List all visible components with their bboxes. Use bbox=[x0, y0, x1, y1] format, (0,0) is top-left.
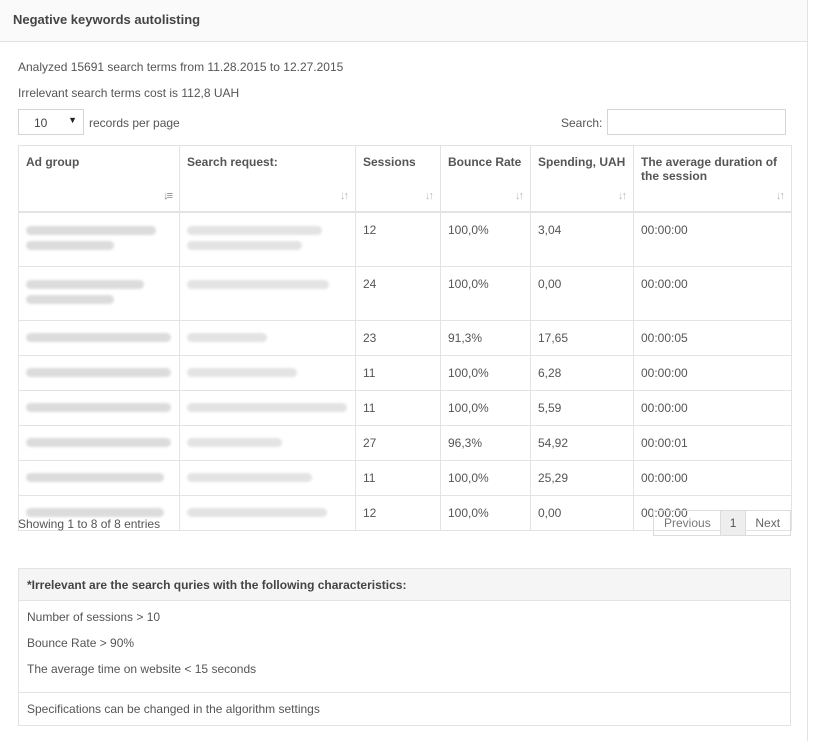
search-request-cell bbox=[179, 319, 356, 356]
duration-cell: 00:00:00 bbox=[633, 354, 792, 391]
dropdown-caret-icon: ▼ bbox=[68, 115, 77, 125]
bounce-rate-cell: 100,0% bbox=[440, 459, 531, 496]
page-length-select[interactable]: 10 ▼ bbox=[18, 109, 84, 135]
panel-header: Negative keywords autolisting bbox=[0, 0, 807, 42]
bounce-rate-cell: 100,0% bbox=[440, 494, 531, 531]
table-row: 24 100,0% 0,00 00:00:00 bbox=[18, 265, 792, 321]
sort-icon: ↓↑ bbox=[618, 189, 627, 202]
table-row: 11 100,0% 25,29 00:00:00 bbox=[18, 459, 792, 496]
sessions-cell: 11 bbox=[355, 459, 441, 496]
duration-cell: 00:00:00 bbox=[633, 265, 792, 321]
ad-group-cell bbox=[18, 424, 180, 461]
table-row: 23 91,3% 17,65 00:00:05 bbox=[18, 319, 792, 356]
spending-cell: 0,00 bbox=[530, 265, 634, 321]
negative-keywords-panel: Negative keywords autolisting Analyzed 1… bbox=[0, 0, 808, 741]
column-header-search-request[interactable]: Search request: ↓↑ bbox=[179, 145, 356, 213]
column-header-average-duration[interactable]: The average duration of the session ↓↑ bbox=[633, 145, 792, 213]
duration-cell: 00:00:05 bbox=[633, 319, 792, 356]
duration-cell: 00:00:00 bbox=[633, 211, 792, 267]
ad-group-cell bbox=[18, 459, 180, 496]
spending-cell: 5,59 bbox=[530, 389, 634, 426]
spending-cell: 3,04 bbox=[530, 211, 634, 267]
sessions-cell: 12 bbox=[355, 211, 441, 267]
sessions-cell: 27 bbox=[355, 424, 441, 461]
spending-cell: 54,92 bbox=[530, 424, 634, 461]
sessions-cell: 24 bbox=[355, 265, 441, 321]
criteria-list: Number of sessions > 10 Bounce Rate > 90… bbox=[19, 601, 790, 693]
ad-group-cell bbox=[18, 354, 180, 391]
irrelevant-criteria-box: *Irrelevant are the search quries with t… bbox=[18, 568, 791, 726]
page-length-label: records per page bbox=[89, 116, 180, 130]
sort-icon: ↓↑ bbox=[425, 189, 434, 202]
spending-cell: 17,65 bbox=[530, 319, 634, 356]
table-header-row: Ad group ↓≡ Search request: ↓↑ Sessions … bbox=[18, 145, 792, 213]
duration-cell: 00:00:00 bbox=[633, 389, 792, 426]
search-request-cell bbox=[179, 494, 356, 531]
bounce-rate-cell: 91,3% bbox=[440, 319, 531, 356]
spending-cell: 0,00 bbox=[530, 494, 634, 531]
table-row: 11 100,0% 6,28 00:00:00 bbox=[18, 354, 792, 391]
criteria-item: Bounce Rate > 90% bbox=[27, 636, 135, 650]
duration-cell: 00:00:01 bbox=[633, 424, 792, 461]
ad-group-cell bbox=[18, 389, 180, 426]
sessions-cell: 11 bbox=[355, 354, 441, 391]
analyzed-summary: Analyzed 15691 search terms from 11.28.2… bbox=[18, 60, 344, 74]
duration-cell: 00:00:00 bbox=[633, 459, 792, 496]
page-1-button[interactable]: 1 bbox=[719, 511, 747, 535]
column-header-bounce-rate[interactable]: Bounce Rate ↓↑ bbox=[440, 145, 531, 213]
ad-group-cell bbox=[18, 211, 180, 267]
column-header-sessions[interactable]: Sessions ↓↑ bbox=[355, 145, 441, 213]
bounce-rate-cell: 100,0% bbox=[440, 389, 531, 426]
entries-info: Showing 1 to 8 of 8 entries bbox=[18, 517, 161, 531]
search-label: Search: bbox=[561, 116, 603, 130]
criteria-item: The average time on website < 15 seconds bbox=[27, 662, 257, 676]
table-row: 27 96,3% 54,92 00:00:01 bbox=[18, 424, 792, 461]
search-request-cell bbox=[179, 389, 356, 426]
bounce-rate-cell: 100,0% bbox=[440, 265, 531, 321]
sort-icon: ↓↑ bbox=[776, 189, 785, 202]
sort-icon: ↓↑ bbox=[515, 189, 524, 202]
page-length-value: 10 bbox=[34, 116, 48, 130]
criteria-footer-note: Specifications can be changed in the alg… bbox=[27, 702, 320, 716]
search-request-cell bbox=[179, 354, 356, 391]
criteria-item: Number of sessions > 10 bbox=[27, 610, 161, 624]
spending-cell: 6,28 bbox=[530, 354, 634, 391]
sort-desc-icon: ↓≡ bbox=[163, 189, 173, 202]
bounce-rate-cell: 100,0% bbox=[440, 354, 531, 391]
table-row: 12 100,0% 3,04 00:00:00 bbox=[18, 211, 792, 267]
sessions-cell: 11 bbox=[355, 389, 441, 426]
search-request-cell bbox=[179, 459, 356, 496]
criteria-title: *Irrelevant are the search quries with t… bbox=[19, 569, 790, 601]
sort-icon: ↓↑ bbox=[340, 189, 349, 202]
search-request-cell bbox=[179, 424, 356, 461]
search-request-cell bbox=[179, 265, 356, 321]
table-row: 11 100,0% 5,59 00:00:00 bbox=[18, 389, 792, 426]
ad-group-cell bbox=[18, 265, 180, 321]
next-page-button[interactable]: Next bbox=[746, 511, 790, 535]
panel-title: Negative keywords autolisting bbox=[13, 12, 201, 27]
ad-group-cell bbox=[18, 319, 180, 356]
bounce-rate-cell: 96,3% bbox=[440, 424, 531, 461]
column-header-ad-group[interactable]: Ad group ↓≡ bbox=[18, 145, 180, 213]
sessions-cell: 23 bbox=[355, 319, 441, 356]
bounce-rate-cell: 100,0% bbox=[440, 211, 531, 267]
spending-cell: 25,29 bbox=[530, 459, 634, 496]
previous-page-button[interactable]: Previous bbox=[654, 511, 720, 535]
irrelevant-cost-summary: Irrelevant search terms cost is 112,8 UA… bbox=[18, 86, 240, 100]
pagination: Previous 1 Next bbox=[653, 510, 792, 536]
search-terms-table: Ad group ↓≡ Search request: ↓↑ Sessions … bbox=[18, 145, 792, 531]
search-request-cell bbox=[179, 211, 356, 267]
column-header-spending[interactable]: Spending, UAH ↓↑ bbox=[530, 145, 634, 213]
search-input[interactable] bbox=[607, 109, 786, 135]
sessions-cell: 12 bbox=[355, 494, 441, 531]
